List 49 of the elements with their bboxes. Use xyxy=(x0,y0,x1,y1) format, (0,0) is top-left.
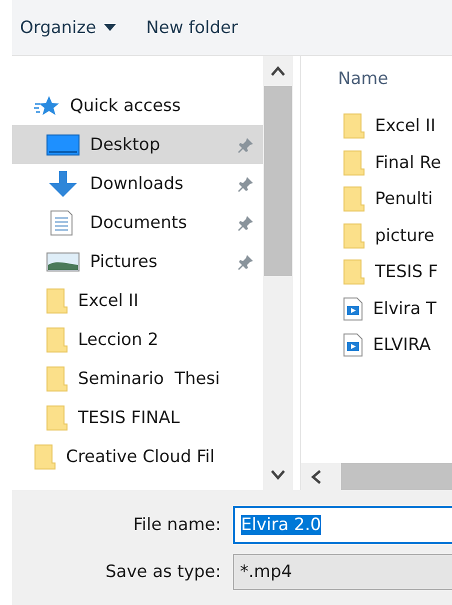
scroll-up-icon[interactable] xyxy=(271,66,285,76)
folder-icon xyxy=(46,404,68,430)
scrollbar-thumb[interactable] xyxy=(341,463,452,490)
save-type-dropdown[interactable]: *.mp4 xyxy=(233,554,452,590)
picture-icon xyxy=(46,252,80,272)
scroll-left-icon[interactable] xyxy=(311,470,321,484)
video-file-icon xyxy=(343,333,363,358)
folder-icon xyxy=(46,366,68,392)
nav-item[interactable]: Quick access xyxy=(12,86,263,125)
pin-icon xyxy=(237,174,255,192)
file-name-field[interactable]: Elvira 2.0 xyxy=(233,506,452,544)
pin-icon xyxy=(237,214,255,232)
pin-icon xyxy=(237,136,255,154)
pin-icon xyxy=(237,252,255,270)
nav-item[interactable]: Pictures xyxy=(12,242,263,281)
new-folder-button[interactable]: New folder xyxy=(146,14,238,42)
folder-icon xyxy=(46,326,68,352)
folder-icon xyxy=(46,288,68,314)
file-row[interactable]: Final Re xyxy=(301,144,452,181)
file-row[interactable]: picture xyxy=(301,218,452,254)
scroll-down-icon[interactable] xyxy=(271,470,285,480)
file-row[interactable]: Excel II xyxy=(301,108,452,144)
nav-item[interactable]: TESIS FINAL xyxy=(12,398,263,437)
file-row[interactable]: Elvira T xyxy=(301,290,452,327)
name-column-header[interactable]: Name xyxy=(301,56,452,102)
nav-item[interactable]: Downloads xyxy=(12,164,263,203)
save-type-label: Save as type: xyxy=(104,562,221,582)
nav-item[interactable]: Excel II xyxy=(12,281,263,320)
organize-menu[interactable]: Organize xyxy=(20,14,116,42)
folder-icon xyxy=(343,150,365,176)
nav-item[interactable]: Creative Cloud Fil xyxy=(12,437,263,476)
nav-item[interactable]: Seminario Thesi xyxy=(12,359,263,398)
folder-icon xyxy=(343,186,365,212)
folder-icon xyxy=(34,444,56,470)
nav-item[interactable]: Leccion 2 xyxy=(12,320,263,359)
folder-icon xyxy=(343,259,365,286)
monitor-icon xyxy=(46,132,80,156)
nav-item[interactable]: Desktop xyxy=(12,125,263,164)
caret-icon xyxy=(104,24,116,31)
star-icon xyxy=(34,94,60,116)
folder-icon xyxy=(343,113,365,140)
folder-icon xyxy=(343,222,365,249)
file-row[interactable]: ELVIRA xyxy=(301,327,452,364)
nav-item[interactable]: Documents xyxy=(12,203,263,242)
file-name-label: File name: xyxy=(132,514,221,534)
file-row[interactable]: Penulti xyxy=(301,181,452,218)
video-file-icon xyxy=(343,296,363,321)
file-row[interactable]: TESIS F xyxy=(301,254,452,290)
scrollbar-thumb[interactable] xyxy=(264,86,292,276)
